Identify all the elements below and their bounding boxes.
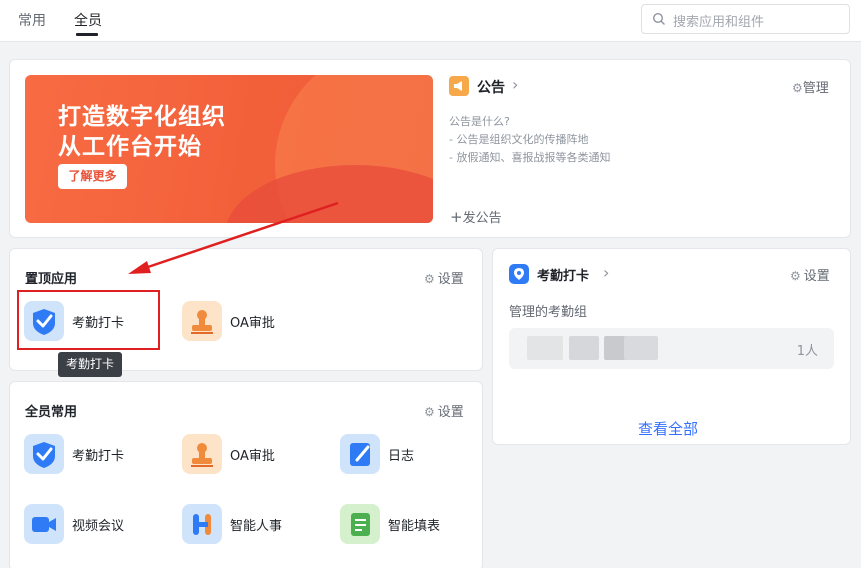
attendance-group-row[interactable]: 1人	[509, 328, 834, 369]
log-icon	[340, 434, 380, 474]
blurred-group-name	[527, 336, 563, 360]
attendance-settings-button[interactable]: ⚙ 设置	[790, 265, 830, 284]
video-camera-icon	[24, 504, 64, 544]
settings-sliders-icon: ⚙	[424, 405, 435, 419]
form-icon	[340, 504, 380, 544]
settings-sliders-icon: ⚙	[790, 269, 801, 283]
view-all-link[interactable]: 查看全部	[638, 418, 698, 439]
attendance-check-icon	[24, 434, 64, 474]
group-member-count: 1人	[796, 344, 818, 359]
stamp-icon	[182, 434, 222, 474]
hr-icon	[182, 504, 222, 544]
chevron-right-icon[interactable]: ›	[603, 263, 609, 282]
location-pin-icon	[509, 264, 529, 284]
common-apps-card	[9, 381, 483, 568]
common-apps-title: 全员常用	[25, 405, 78, 420]
attendance-widget-title[interactable]: 考勤打卡	[537, 265, 589, 284]
group-label: 管理的考勤组	[509, 305, 588, 320]
common-settings-button[interactable]: ⚙ 设置	[424, 401, 464, 420]
